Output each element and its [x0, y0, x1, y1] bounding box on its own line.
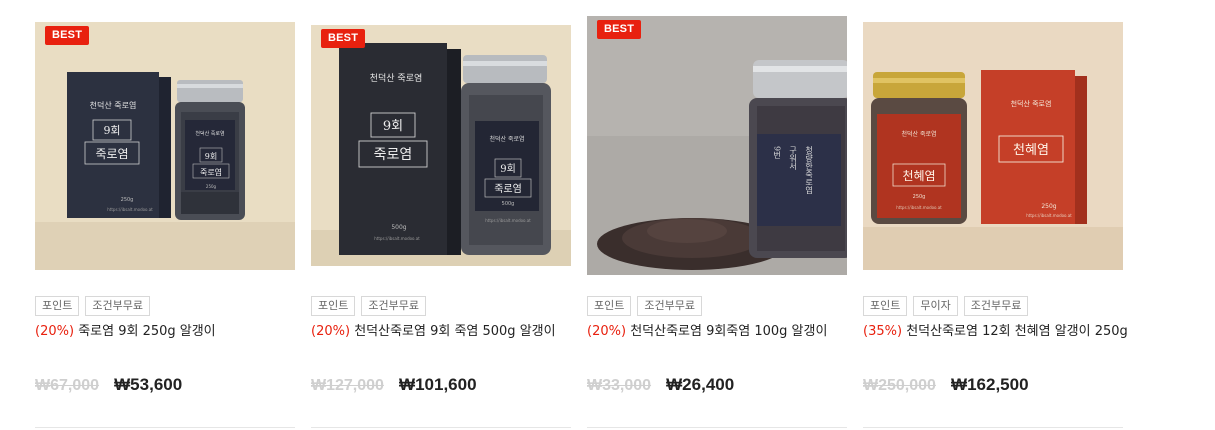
- product-image[interactable]: 천덕산 죽로염 9회 죽로염 500g https://ibsalt.modoo…: [311, 25, 571, 266]
- svg-text:죽로염: 죽로염: [494, 183, 522, 195]
- product-title: 천덕산죽로염 9회죽염 100g 알갱이: [630, 324, 828, 339]
- svg-text:500g: 500g: [391, 224, 406, 231]
- svg-text:https://ibsalt.modoo.at: https://ibsalt.modoo.at: [485, 218, 531, 223]
- tag-list: 포인트 조건부무료: [311, 296, 426, 316]
- svg-text:9번: 9번: [773, 146, 782, 159]
- svg-text:500g: 500g: [502, 201, 515, 207]
- sale-price: ₩26,400: [666, 375, 735, 394]
- svg-text:9회: 9회: [103, 124, 120, 137]
- price-row: ₩250,000 ₩162,500: [863, 375, 1029, 399]
- discount-rate: (35%): [863, 324, 903, 339]
- svg-text:천덕산 죽로염: 천덕산 죽로염: [489, 135, 524, 143]
- svg-text:죽로염: 죽로염: [200, 168, 222, 177]
- svg-text:구워서: 구워서: [789, 146, 798, 171]
- tag-free-shipping: 조건부무료: [637, 296, 702, 316]
- product-card[interactable]: 천덕산 죽로염 9회 죽로염 500g https://ibsalt.modoo…: [311, 0, 571, 430]
- product-name[interactable]: (35%) 천덕산죽로염 12회 천혜염 알갱이 250g: [863, 323, 1133, 341]
- svg-text:천혜염: 천혜염: [902, 168, 935, 183]
- svg-text:250g: 250g: [913, 194, 926, 200]
- svg-text:9회: 9회: [205, 152, 217, 161]
- product-name[interactable]: (20%) 천덕산죽로염 9회죽염 100g 알갱이: [587, 323, 857, 341]
- divider: [863, 427, 1123, 428]
- tag-list: 포인트 조건부무료: [587, 296, 702, 316]
- original-price: ₩33,000: [587, 377, 652, 394]
- svg-text:천덕산 죽로염: 천덕산 죽로염: [90, 100, 137, 110]
- product-photo: 청량한죽로염 구워서 9번: [587, 16, 847, 275]
- svg-text:250g: 250g: [206, 184, 217, 189]
- svg-text:죽로염: 죽로염: [95, 147, 128, 161]
- original-price: ₩127,000: [311, 377, 384, 394]
- product-title: 천덕산죽로염 12회 천혜염 알갱이 250g: [906, 324, 1128, 339]
- price-row: ₩127,000 ₩101,600: [311, 375, 477, 399]
- sale-price: ₩162,500: [951, 375, 1029, 394]
- product-card[interactable]: 청량한죽로염 구워서 9번 BEST 포인트 조건부무료 (20%) 천덕산죽로…: [587, 0, 847, 430]
- divider: [311, 427, 571, 428]
- svg-text:청량한죽로염: 청량한죽로염: [804, 146, 813, 194]
- product-title: 천덕산죽로염 9회 죽염 500g 알갱이: [354, 324, 556, 339]
- svg-text:https://ibsalt.modoo.at: https://ibsalt.modoo.at: [374, 236, 420, 241]
- tag-free-shipping: 조건부무료: [85, 296, 150, 316]
- best-badge: BEST: [321, 29, 366, 48]
- tag-point: 포인트: [863, 296, 908, 316]
- tag-free-shipping: 조건부무료: [361, 296, 426, 316]
- product-card[interactable]: 천덕산 죽로염 9회 죽로염 250g https://ibsalt.modoo…: [35, 0, 295, 430]
- svg-text:https://ibsalt.modoo.at: https://ibsalt.modoo.at: [107, 207, 153, 212]
- svg-text:9회: 9회: [383, 119, 403, 134]
- product-grid: 천덕산 죽로염 9회 죽로염 250g https://ibsalt.modoo…: [35, 0, 1135, 430]
- discount-rate: (20%): [587, 324, 627, 339]
- product-card[interactable]: 천덕산 죽로염 천혜염 250g https://ibsalt.modoo.at…: [863, 0, 1128, 430]
- discount-rate: (20%): [311, 324, 351, 339]
- tag-point: 포인트: [587, 296, 632, 316]
- product-photo: 천덕산 죽로염 9회 죽로염 500g https://ibsalt.modoo…: [311, 25, 571, 266]
- original-price: ₩250,000: [863, 377, 936, 394]
- price-row: ₩33,000 ₩26,400: [587, 375, 734, 399]
- product-photo: 천덕산 죽로염 9회 죽로염 250g https://ibsalt.modoo…: [35, 22, 295, 270]
- svg-text:천덕산 죽로염: 천덕산 죽로염: [1011, 99, 1052, 108]
- best-badge: BEST: [45, 26, 90, 45]
- svg-text:250g: 250g: [121, 197, 134, 203]
- tag-interest-free: 무이자: [913, 296, 958, 316]
- product-name[interactable]: (20%) 천덕산죽로염 9회 죽염 500g 알갱이: [311, 323, 581, 341]
- svg-text:250g: 250g: [1041, 203, 1056, 210]
- product-title: 죽로염 9회 250g 알갱이: [78, 324, 216, 339]
- svg-text:천덕산 죽로염: 천덕산 죽로염: [370, 73, 423, 84]
- svg-text:천혜염: 천혜염: [1013, 143, 1049, 158]
- tag-list: 포인트 조건부무료: [35, 296, 150, 316]
- tag-list: 포인트 무이자 조건부무료: [863, 296, 1029, 316]
- svg-text:천덕산 죽로염: 천덕산 죽로염: [195, 130, 224, 137]
- tag-point: 포인트: [35, 296, 80, 316]
- svg-text:https://ibsalt.modoo.at: https://ibsalt.modoo.at: [896, 205, 942, 210]
- product-image[interactable]: 천덕산 죽로염 천혜염 250g https://ibsalt.modoo.at…: [863, 22, 1123, 270]
- svg-text:천덕산 죽로염: 천덕산 죽로염: [901, 130, 936, 138]
- divider: [587, 427, 847, 428]
- svg-text:죽로염: 죽로염: [374, 147, 413, 163]
- product-photo: 천덕산 죽로염 천혜염 250g https://ibsalt.modoo.at…: [863, 22, 1123, 270]
- product-image[interactable]: 천덕산 죽로염 9회 죽로염 250g https://ibsalt.modoo…: [35, 22, 295, 270]
- price-row: ₩67,000 ₩53,600: [35, 375, 182, 399]
- svg-text:9회: 9회: [500, 163, 516, 175]
- tag-point: 포인트: [311, 296, 356, 316]
- sale-price: ₩101,600: [399, 375, 477, 394]
- original-price: ₩67,000: [35, 377, 100, 394]
- product-name[interactable]: (20%) 죽로염 9회 250g 알갱이: [35, 323, 305, 341]
- tag-free-shipping: 조건부무료: [963, 296, 1029, 316]
- divider: [35, 427, 295, 428]
- product-image[interactable]: 청량한죽로염 구워서 9번 BEST: [587, 16, 847, 275]
- sale-price: ₩53,600: [114, 375, 183, 394]
- best-badge: BEST: [597, 20, 642, 39]
- svg-text:https://ibsalt.modoo.at: https://ibsalt.modoo.at: [1026, 213, 1072, 218]
- discount-rate: (20%): [35, 324, 75, 339]
